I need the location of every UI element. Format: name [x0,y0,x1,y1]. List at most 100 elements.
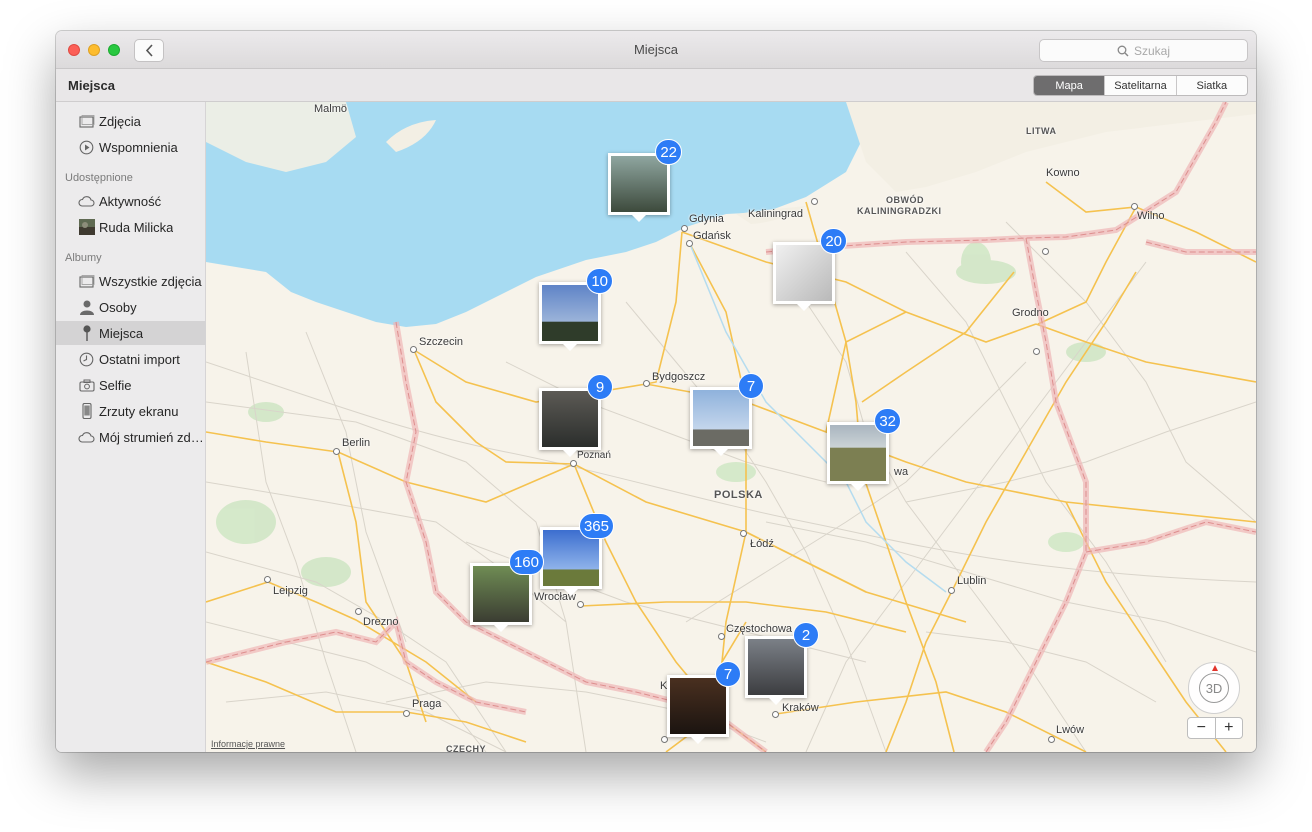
sidebar-item-label: Aktywność [99,193,162,209]
city-label-drezno: Drezno [363,616,399,628]
zoom-out-button[interactable]: − [1188,718,1216,738]
city-label-krakow: Kraków [782,702,819,714]
city-dot-lodz [740,530,747,537]
city-dot-lublin [948,587,955,594]
photos-window: Miejsca Szukaj Miejsca Mapa Satelitarna … [56,31,1256,752]
city-label-praga: Praga [412,698,442,710]
city-label-lublin: Lublin [957,575,987,587]
view-mode-satellite[interactable]: Satelitarna [1105,76,1177,95]
cloud-icon [78,429,95,446]
city-dot-czestochowa [718,633,725,640]
photo-thumbnail [542,285,598,341]
map-view-mode-control: Mapa Satelitarna Siatka [1033,75,1248,96]
photo-pin-pomerania[interactable]: 10 [539,268,613,351]
city-dot-leipzig [264,576,271,583]
camera-icon [78,377,95,394]
photo-count-badge: 20 [820,228,847,254]
sidebar-item-label: Zdjęcia [99,113,141,129]
legal-info-link[interactable]: Informacje prawne [211,739,285,749]
clock-icon [78,351,95,368]
photo-count-badge: 7 [738,373,764,399]
sidebar-item-photo-stream[interactable]: Mój strumień zdjęć [56,425,206,449]
photo-thumbnail [670,678,726,734]
city-dot-berlin [333,448,340,455]
page-title: Miejsca [68,78,115,93]
title-bar: Miejsca Szukaj [56,31,1256,69]
sidebar-item-label: Zrzuty ekranu [99,403,179,419]
sidebar-item-label: Selfie [99,377,132,393]
city-label-szczecin: Szczecin [419,336,464,348]
city-label-leipzig: Leipzig [273,585,308,597]
city-dot-bydgoszcz [643,380,650,387]
search-field[interactable]: Szukaj [1039,39,1248,62]
sidebar-item-last-import[interactable]: Ostatni import [56,347,206,371]
sidebar-item-shared-album[interactable]: Ruda Milicka [56,215,206,239]
city-dot-szczecin [410,346,417,353]
city-dot-drezno [355,608,362,615]
view-mode-grid[interactable]: Siatka [1177,76,1247,95]
photo-pin-warszawa[interactable]: 32 [827,408,901,491]
sidebar-item-places[interactable]: Miejsca [56,321,206,345]
photo-count-badge: 7 [715,661,741,687]
sidebar-item-label: Wszystkie zdjęcia [99,273,202,289]
photo-thumbnail [748,639,804,695]
photo-pin-wroclaw-365[interactable]: 365 [540,513,614,596]
country-label-polska: POLSKA [714,489,763,501]
sidebar-item-people[interactable]: Osoby [56,295,206,319]
sidebar-item-memories[interactable]: Wspomnienia [56,135,206,159]
north-indicator-icon [1212,665,1218,671]
city-label-wilno: Wilno [1137,210,1165,222]
sidebar: Zdjęcia Wspomnienia Udostępnione Aktywno… [56,102,206,752]
photo-pin-torun[interactable]: 7 [690,373,764,456]
city-label-kaliningrad: Kaliningrad [748,208,804,220]
view-mode-map[interactable]: Mapa [1034,76,1106,95]
city-label-poznan: Poznań [577,450,611,461]
sidebar-item-photos[interactable]: Zdjęcia [56,109,206,133]
zoom-in-button[interactable]: + [1216,718,1243,738]
photo-thumbnail [542,391,598,447]
city-dot-kowno [1042,248,1049,255]
search-placeholder: Szukaj [1133,43,1171,58]
photo-pin-kaliningrad[interactable]: 20 [773,228,847,311]
photo-pin-katowice[interactable]: 7 [667,661,741,744]
city-dot-gdansk [686,240,693,247]
album-thumbnail-icon [78,219,95,236]
sidebar-item-label: Ostatni import [99,351,180,367]
photo-count-badge: 22 [655,139,682,165]
sidebar-item-all-photos[interactable]: Wszystkie zdjęcia [56,269,206,293]
photo-pin-poznan[interactable]: 9 [539,374,613,457]
memories-icon [78,139,95,156]
sidebar-item-screenshots[interactable]: Zrzuty ekranu [56,399,206,423]
city-label-gdynia: Gdynia [689,213,724,225]
photo-pin-czestochowa[interactable]: 2 [745,622,819,705]
city-label-lwow: Lwów [1056,724,1085,736]
city-label-gdansk: Gdańsk [693,230,731,242]
city-label-czestochowa: Częstochowa [726,623,793,635]
photo-pin-gdynia[interactable]: 22 [608,139,682,222]
city-label-warszawa: wa [894,466,909,478]
photo-count-badge: 365 [578,513,614,539]
city-label-grodno: Grodno [1012,307,1049,319]
photos-icon [78,113,95,130]
photo-thumbnail [611,156,667,212]
country-label-litwa: LITWA [1026,126,1057,136]
compass-3d-label: 3D [1199,673,1229,703]
city-label-lodz: Łódź [750,538,774,550]
sidebar-item-selfies[interactable]: Selfie [56,373,206,397]
city-dot-katowice [661,736,668,743]
sidebar-item-activity[interactable]: Aktywność [56,189,206,213]
sidebar-item-label: Mój strumień zdjęć [99,429,206,445]
photo-pin-wroclaw-160[interactable]: 160 [470,549,544,632]
sidebar-item-label: Wspomnienia [99,139,178,155]
city-dot-grodno [1033,348,1040,355]
photo-count-badge: 10 [586,268,613,294]
map-view[interactable]: Malmö Gdynia Gdańsk Kaliningrad OBWÓD KA… [206,102,1256,752]
sidebar-item-label: Miejsca [99,325,144,341]
city-label-bydgoszcz: Bydgoszcz [652,371,706,383]
compass-3d-control[interactable]: 3D [1188,662,1240,714]
zoom-control: − + [1187,717,1243,739]
city-dot-kaliningrad [811,198,818,205]
region-label-kaliningradzki: KALININGRADZKI [857,206,942,216]
sidebar-item-label: Osoby [99,299,137,315]
city-dot-gdynia [681,225,688,232]
